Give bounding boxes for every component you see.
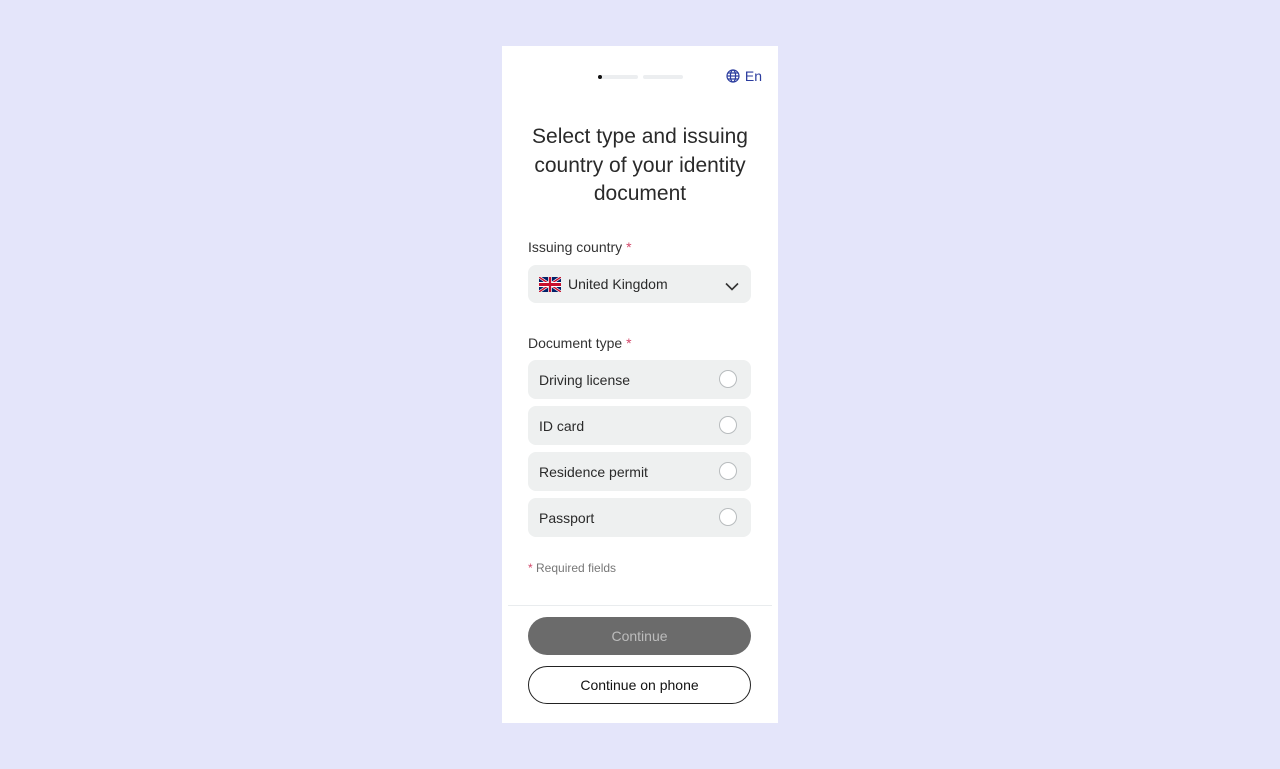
document-option-passport[interactable]: Passport	[528, 498, 751, 537]
option-label: Driving license	[539, 371, 631, 388]
radio-button[interactable]	[719, 462, 737, 480]
required-asterisk: *	[626, 239, 632, 255]
option-label: Residence permit	[539, 463, 648, 480]
required-asterisk: *	[626, 335, 632, 351]
radio-button[interactable]	[719, 508, 737, 526]
progress-step-2	[643, 75, 683, 79]
uk-flag-icon	[539, 276, 568, 292]
document-type-label: Document type *	[528, 335, 632, 351]
verification-card: En Select type and issuing country of yo…	[502, 46, 778, 723]
issuing-country-label: Issuing country *	[528, 239, 632, 255]
issuing-country-select[interactable]: United Kingdom	[528, 265, 751, 303]
page-title: Select type and issuing country of your …	[532, 125, 748, 205]
chevron-down-icon	[725, 278, 739, 296]
radio-button[interactable]	[719, 370, 737, 388]
document-type-label-text: Document type	[528, 335, 623, 351]
document-option-driving-license[interactable]: Driving license	[528, 360, 751, 399]
progress-step-1	[598, 75, 638, 79]
language-label: En	[744, 68, 762, 84]
document-option-id-card[interactable]: ID card	[528, 406, 751, 445]
required-fields-text: Required fields	[532, 561, 617, 575]
language-selector[interactable]: En	[726, 68, 762, 84]
option-label: Passport	[539, 509, 595, 526]
option-label: ID card	[539, 417, 585, 434]
continue-on-phone-button[interactable]: Continue on phone	[528, 666, 751, 704]
issuing-country-value: United Kingdom	[568, 276, 668, 292]
required-fields-note: * Required fields	[528, 561, 616, 575]
radio-button[interactable]	[719, 416, 737, 434]
globe-icon	[726, 69, 740, 83]
issuing-country-label-text: Issuing country	[528, 239, 623, 255]
continue-button[interactable]: Continue	[528, 617, 751, 655]
progress-indicator	[598, 75, 683, 79]
footer-divider	[508, 605, 772, 606]
document-option-residence-permit[interactable]: Residence permit	[528, 452, 751, 491]
